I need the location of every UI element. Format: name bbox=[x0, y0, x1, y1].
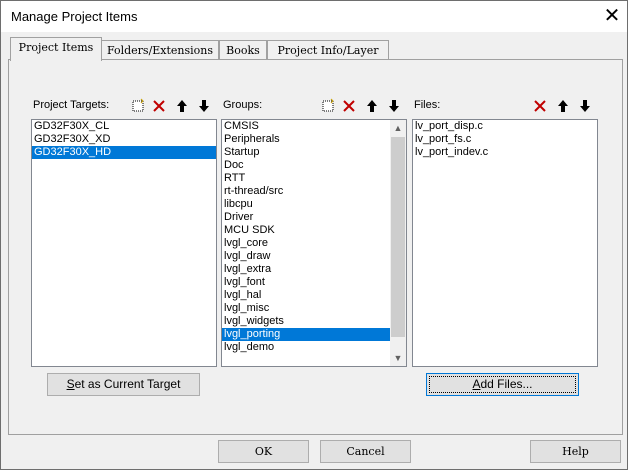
button-label: Cancel bbox=[346, 445, 385, 458]
list-item[interactable]: Peripherals bbox=[222, 133, 406, 146]
files-list[interactable]: lv_port_disp.c lv_port_fs.c lv_port_inde… bbox=[412, 119, 598, 367]
groups-scrollbar[interactable]: ▲ ▼ bbox=[390, 120, 406, 366]
list-item[interactable]: Startup bbox=[222, 146, 406, 159]
list-item[interactable]: lvgl_misc bbox=[222, 302, 406, 315]
list-item[interactable]: rt-thread/src bbox=[222, 185, 406, 198]
list-item[interactable]: RTT bbox=[222, 172, 406, 185]
targets-header: Project Targets: bbox=[31, 96, 216, 116]
list-item[interactable]: MCU SDK bbox=[222, 224, 406, 237]
delete-icon[interactable] bbox=[150, 97, 168, 115]
delete-icon[interactable] bbox=[340, 97, 358, 115]
tab-label: Books bbox=[226, 44, 260, 57]
tab-project-info-layer[interactable]: Project Info/Layer bbox=[267, 40, 389, 60]
list-item[interactable]: lvgl_widgets bbox=[222, 315, 406, 328]
list-item[interactable]: lvgl_demo bbox=[222, 341, 406, 354]
button-label: et as Current Target bbox=[74, 377, 181, 391]
list-item[interactable]: lv_port_fs.c bbox=[413, 133, 597, 146]
cancel-button[interactable]: Cancel bbox=[320, 440, 411, 463]
dialog-window: Manage Project Items ✕ Project Items Fol… bbox=[0, 0, 628, 470]
targets-list[interactable]: GD32F30X_CL GD32F30X_XD GD32F30X_HD bbox=[31, 119, 217, 367]
groups-label: Groups: bbox=[223, 99, 263, 111]
list-item[interactable]: lvgl_draw bbox=[222, 250, 406, 263]
list-item[interactable]: Driver bbox=[222, 211, 406, 224]
help-button[interactable]: Help bbox=[530, 440, 621, 463]
files-label: Files: bbox=[414, 99, 441, 111]
set-as-current-target-button[interactable]: Set as Current Target bbox=[47, 373, 200, 396]
groups-list[interactable]: CMSIS Peripherals Startup Doc RTT rt-thr… bbox=[221, 119, 407, 367]
button-accelerator: S bbox=[66, 377, 75, 391]
new-item-icon[interactable] bbox=[129, 97, 147, 115]
tab-folders-extensions[interactable]: Folders/Extensions bbox=[101, 40, 219, 60]
scroll-down-icon[interactable]: ▼ bbox=[390, 350, 406, 366]
list-item[interactable]: lvgl_hal bbox=[222, 289, 406, 302]
tab-books[interactable]: Books bbox=[219, 40, 267, 60]
list-item[interactable]: libcpu bbox=[222, 198, 406, 211]
scroll-up-icon[interactable]: ▲ bbox=[390, 120, 406, 136]
list-item[interactable]: lvgl_extra bbox=[222, 263, 406, 276]
list-item[interactable]: lvgl_porting bbox=[222, 328, 390, 341]
list-item[interactable]: lv_port_indev.c bbox=[413, 146, 597, 159]
move-up-icon[interactable] bbox=[173, 97, 191, 115]
tab-project-items[interactable]: Project Items bbox=[10, 37, 102, 61]
list-item[interactable]: GD32F30X_XD bbox=[32, 133, 216, 146]
move-down-icon[interactable] bbox=[576, 97, 594, 115]
scroll-thumb[interactable] bbox=[391, 137, 405, 337]
button-label: Help bbox=[562, 445, 589, 458]
list-item[interactable]: lv_port_disp.c bbox=[413, 120, 597, 133]
list-item[interactable]: CMSIS bbox=[222, 120, 406, 133]
close-icon[interactable]: ✕ bbox=[597, 4, 627, 29]
list-item[interactable]: GD32F30X_HD bbox=[32, 146, 216, 159]
list-item[interactable]: GD32F30X_CL bbox=[32, 120, 216, 133]
list-item[interactable]: Doc bbox=[222, 159, 406, 172]
window-title: Manage Project Items bbox=[11, 9, 138, 24]
list-item[interactable]: lvgl_core bbox=[222, 237, 406, 250]
title-bar: Manage Project Items ✕ bbox=[1, 1, 627, 32]
delete-icon[interactable] bbox=[531, 97, 549, 115]
button-label: OK bbox=[254, 445, 273, 458]
files-header: Files: bbox=[412, 96, 597, 116]
new-item-icon[interactable] bbox=[319, 97, 337, 115]
tab-label: Project Info/Layer bbox=[277, 44, 379, 57]
list-item[interactable]: lvgl_font bbox=[222, 276, 406, 289]
ok-button[interactable]: OK bbox=[218, 440, 309, 463]
move-up-icon[interactable] bbox=[554, 97, 572, 115]
add-files-button[interactable]: Add Files... bbox=[426, 373, 579, 396]
move-down-icon[interactable] bbox=[385, 97, 403, 115]
move-up-icon[interactable] bbox=[363, 97, 381, 115]
tab-label: Folders/Extensions bbox=[106, 44, 214, 57]
groups-header: Groups: bbox=[221, 96, 406, 116]
targets-label: Project Targets: bbox=[33, 99, 110, 111]
move-down-icon[interactable] bbox=[195, 97, 213, 115]
tab-label: Project Items bbox=[18, 41, 94, 54]
